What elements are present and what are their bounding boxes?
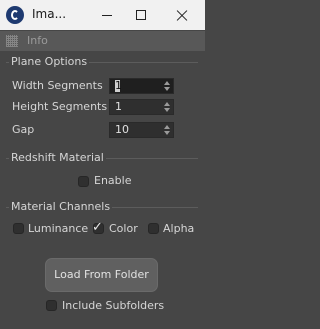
info-label: Info — [27, 34, 48, 47]
alpha-checkbox[interactable] — [148, 223, 159, 234]
info-header: Info — [0, 31, 205, 51]
enable-label: Enable — [94, 174, 132, 187]
height-segments-value: 1 — [115, 100, 122, 113]
redshift-material-group: Redshift Material Enable — [6, 151, 198, 195]
window-titlebar[interactable]: Ima... — [0, 0, 205, 30]
enable-checkbox[interactable] — [78, 176, 89, 187]
gap-label: Gap — [12, 123, 35, 136]
spinner-arrows-icon[interactable] — [164, 125, 170, 135]
checkmark-icon: ✓ — [92, 220, 103, 235]
height-segments-field[interactable]: 1 — [109, 99, 174, 115]
grip-icon[interactable] — [6, 35, 18, 47]
include-subfolders-label: Include Subfolders — [62, 299, 165, 312]
alpha-label: Alpha — [163, 222, 195, 235]
spinner-arrows-icon[interactable] — [164, 81, 170, 91]
plane-options-title: Plane Options — [9, 55, 90, 68]
height-segments-label: Height Segments — [12, 100, 108, 113]
width-segments-value: 1 — [115, 79, 122, 92]
width-segments-field[interactable]: 1 — [109, 78, 174, 94]
width-segments-label: Width Segments — [12, 79, 103, 92]
spinner-arrows-icon[interactable] — [164, 102, 170, 112]
plane-options-group: Plane Options Width Segments 1 Height Se… — [6, 55, 198, 147]
material-channels-title: Material Channels — [9, 200, 113, 213]
color-label: Color — [109, 222, 138, 235]
window-title: Ima... — [32, 7, 67, 21]
color-checkbox[interactable]: ✓ — [92, 220, 104, 235]
close-button[interactable] — [162, 0, 202, 30]
redshift-material-title: Redshift Material — [9, 151, 106, 164]
minimize-button[interactable] — [87, 0, 127, 30]
maximize-button[interactable] — [122, 0, 162, 30]
gap-value: 10 — [115, 123, 129, 136]
cinema4d-app-icon — [6, 6, 24, 24]
gap-field[interactable]: 10 — [109, 122, 174, 138]
luminance-checkbox[interactable] — [13, 223, 24, 234]
load-from-folder-button[interactable]: Load From Folder — [45, 258, 158, 292]
luminance-label: Luminance — [28, 222, 89, 235]
material-channels-group: Material Channels Luminance ✓ Color Alph… — [6, 200, 198, 242]
include-subfolders-checkbox[interactable] — [46, 300, 57, 311]
